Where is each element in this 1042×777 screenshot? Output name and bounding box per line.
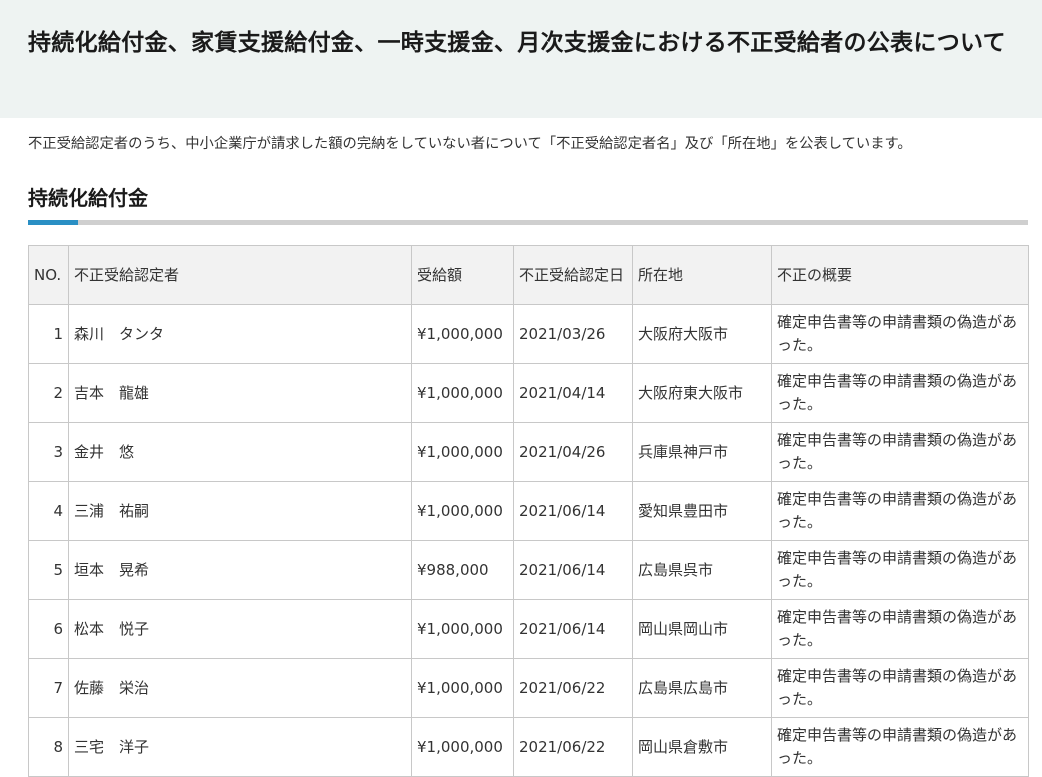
cell-no: 3 [28,422,69,482]
cell-no: 2 [28,363,69,423]
cell-no: 8 [28,717,69,777]
cell-name: 垣本 晃希 [68,540,412,600]
table-row: 8 三宅 洋子 ¥1,000,000 2021/06/22 岡山県倉敷市 確定申… [28,717,1029,777]
column-header-amount: 受給額 [411,245,514,305]
cell-summary: 確定申告書等の申請書類の偽造があった。 [771,717,1029,777]
cell-location: 兵庫県神戸市 [632,422,772,482]
cell-summary: 確定申告書等の申請書類の偽造があった。 [771,599,1029,659]
table-row: 2 吉本 龍雄 ¥1,000,000 2021/04/14 大阪府東大阪市 確定… [28,363,1029,423]
cell-summary: 確定申告書等の申請書類の偽造があった。 [771,304,1029,364]
table-row: 4 三浦 祐嗣 ¥1,000,000 2021/06/14 愛知県豊田市 確定申… [28,481,1029,541]
cell-amount: ¥1,000,000 [411,422,514,482]
cell-amount: ¥1,000,000 [411,363,514,423]
cell-name: 金井 悠 [68,422,412,482]
cell-no: 6 [28,599,69,659]
cell-date: 2021/06/14 [513,599,633,659]
cell-amount: ¥1,000,000 [411,599,514,659]
column-header-date: 不正受給認定日 [513,245,633,305]
cell-summary: 確定申告書等の申請書類の偽造があった。 [771,363,1029,423]
cell-name: 吉本 龍雄 [68,363,412,423]
cell-date: 2021/04/14 [513,363,633,423]
cell-date: 2021/04/26 [513,422,633,482]
cell-amount: ¥1,000,000 [411,481,514,541]
cell-amount: ¥1,000,000 [411,658,514,718]
table-row: 1 森川 タンタ ¥1,000,000 2021/03/26 大阪府大阪市 確定… [28,304,1029,364]
cell-summary: 確定申告書等の申請書類の偽造があった。 [771,422,1029,482]
table-row: 5 垣本 晃希 ¥988,000 2021/06/14 広島県呉市 確定申告書等… [28,540,1029,600]
cell-amount: ¥1,000,000 [411,304,514,364]
column-header-summary: 不正の概要 [771,245,1029,305]
cell-summary: 確定申告書等の申請書類の偽造があった。 [771,481,1029,541]
column-header-no: NO. [28,245,69,305]
fraud-recipients-table: NO. 不正受給認定者 受給額 不正受給認定日 所在地 不正の概要 1 森川 タ… [28,245,1029,777]
cell-name: 三宅 洋子 [68,717,412,777]
cell-location: 岡山県倉敷市 [632,717,772,777]
cell-no: 1 [28,304,69,364]
column-header-location: 所在地 [632,245,772,305]
cell-no: 4 [28,481,69,541]
cell-name: 松本 悦子 [68,599,412,659]
cell-date: 2021/06/22 [513,717,633,777]
cell-no: 5 [28,540,69,600]
cell-date: 2021/06/22 [513,658,633,718]
page-title: 持続化給付金、家賃支援給付金、一時支援金、月次支援金における不正受給者の公表につ… [28,30,1006,56]
table-row: 3 金井 悠 ¥1,000,000 2021/04/26 兵庫県神戸市 確定申告… [28,422,1029,482]
cell-location: 広島県呉市 [632,540,772,600]
cell-amount: ¥988,000 [411,540,514,600]
cell-location: 大阪府東大阪市 [632,363,772,423]
cell-no: 7 [28,658,69,718]
cell-name: 森川 タンタ [68,304,412,364]
section-heading: 持続化給付金 [28,186,148,210]
cell-summary: 確定申告書等の申請書類の偽造があった。 [771,540,1029,600]
cell-summary: 確定申告書等の申請書類の偽造があった。 [771,658,1029,718]
cell-amount: ¥1,000,000 [411,717,514,777]
page-header: 持続化給付金、家賃支援給付金、一時支援金、月次支援金における不正受給者の公表につ… [0,0,1042,118]
cell-date: 2021/06/14 [513,540,633,600]
cell-name: 三浦 祐嗣 [68,481,412,541]
cell-date: 2021/06/14 [513,481,633,541]
table-header-row: NO. 不正受給認定者 受給額 不正受給認定日 所在地 不正の概要 [28,245,1029,305]
cell-location: 愛知県豊田市 [632,481,772,541]
cell-name: 佐藤 栄治 [68,658,412,718]
cell-date: 2021/03/26 [513,304,633,364]
cell-location: 広島県広島市 [632,658,772,718]
table-row: 6 松本 悦子 ¥1,000,000 2021/06/14 岡山県岡山市 確定申… [28,599,1029,659]
cell-location: 大阪府大阪市 [632,304,772,364]
column-header-name: 不正受給認定者 [68,245,412,305]
intro-text: 不正受給認定者のうち、中小企業庁が請求した額の完納をしていない者について「不正受… [28,136,912,152]
heading-underline-accent [28,220,78,225]
heading-underline [28,220,1028,225]
table-row: 7 佐藤 栄治 ¥1,000,000 2021/06/22 広島県広島市 確定申… [28,658,1029,718]
cell-location: 岡山県岡山市 [632,599,772,659]
